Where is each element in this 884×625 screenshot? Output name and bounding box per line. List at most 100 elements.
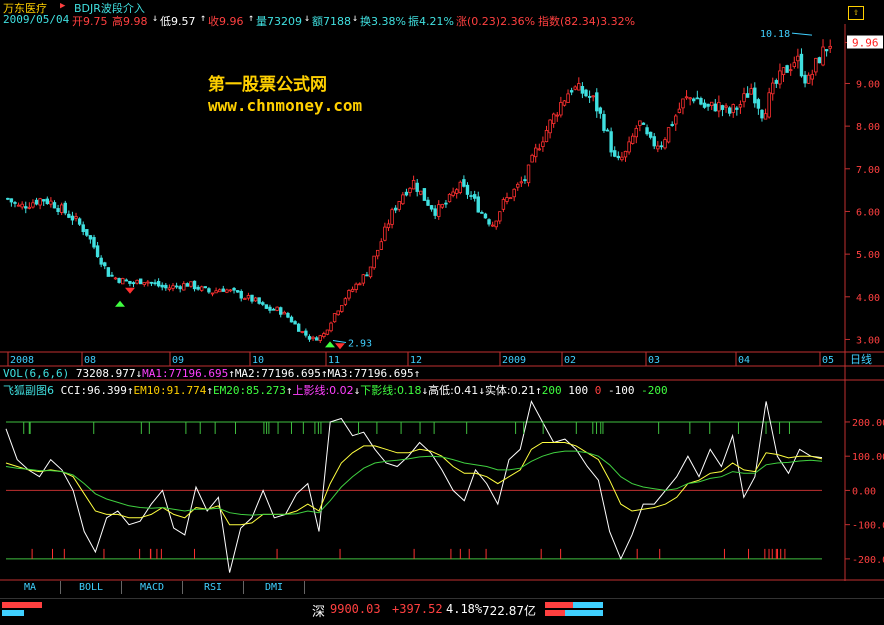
candle-body [429, 205, 434, 210]
candle-body [806, 74, 811, 84]
y-tick-label: 5.00 [856, 250, 880, 261]
candle-body [494, 220, 498, 228]
candle-body [828, 45, 832, 49]
candle-body [375, 249, 380, 257]
candle-body [756, 99, 761, 109]
candle-body [63, 202, 67, 214]
x-tick-label: 09 [172, 355, 184, 366]
candle-body [512, 188, 516, 198]
candle-body [167, 287, 172, 290]
tab-ma[interactable]: MA [0, 581, 61, 594]
candle-body [548, 119, 552, 134]
candle-body [304, 330, 308, 336]
candle-body [182, 283, 186, 291]
candle-body [602, 114, 606, 131]
candle-body [282, 311, 287, 315]
buy-sell-bar-icon [545, 610, 565, 616]
candle-body [692, 98, 696, 102]
candle-body [749, 88, 753, 95]
candle-body [42, 199, 46, 202]
candle-body [221, 288, 225, 292]
candle-body [444, 202, 448, 205]
candle-body [569, 90, 574, 93]
tab-rsi[interactable]: RSI [183, 581, 244, 594]
indicator-title[interactable]: 飞狐副图6 [3, 384, 54, 397]
candle-body [300, 331, 304, 333]
candle-body [727, 107, 732, 114]
candle-body [695, 97, 700, 100]
candle-body [275, 306, 279, 311]
candle-body [217, 289, 222, 293]
arrow-up-icon: ↑ [413, 367, 421, 380]
candle-body [627, 141, 631, 153]
candle-body [286, 312, 290, 318]
candle-body [720, 105, 725, 110]
candle-body [605, 129, 610, 132]
tab-dmi[interactable]: DMI [244, 581, 305, 594]
candle-body [243, 298, 247, 300]
candle-body [239, 290, 243, 299]
candle-body [164, 284, 168, 289]
candle-body [792, 62, 796, 67]
candle-body [149, 281, 154, 284]
candle-body [383, 226, 387, 241]
candle-body [332, 313, 337, 323]
high-annotation-line [791, 32, 813, 36]
candle-body [214, 290, 218, 294]
candle-body [437, 204, 441, 217]
candle-body [350, 288, 355, 292]
candle-body [731, 104, 735, 113]
candle-body [235, 290, 240, 293]
arrow-down-icon: ↓ [478, 384, 485, 397]
tab-boll[interactable]: BOLL [61, 581, 122, 594]
candle-body [817, 57, 822, 64]
low-annotation: 2.93 [348, 338, 372, 349]
series-em20-line [5, 450, 823, 516]
candle-body [778, 70, 782, 85]
arrow-up-icon: ↑ [206, 384, 213, 397]
const-0: 0 [594, 384, 602, 397]
sell-signal-arrow [335, 343, 345, 350]
body-value: 实体:0.21 [484, 384, 536, 397]
x-tick-label: 2008 [10, 355, 34, 366]
candle-body [598, 107, 603, 114]
price-annotations: 10.18 2.93 [332, 29, 813, 349]
candle-body [523, 179, 527, 182]
buy-sell-bar-icon [565, 610, 603, 616]
candle-body [322, 333, 326, 338]
candle-body [465, 184, 470, 195]
buy-sell-bar-icon [545, 602, 573, 608]
y-tick-label: 8.00 [856, 122, 880, 133]
y-tick-label: 4.00 [856, 293, 880, 304]
candle-body [785, 65, 789, 73]
candle-body [699, 97, 703, 105]
candle-body [591, 95, 595, 98]
candle-body [742, 93, 746, 103]
indicator-y-axis: 200.00 100.00 0.00 -100.00 -200.00 [6, 418, 884, 566]
candle-body [397, 201, 401, 210]
candle-body [763, 113, 768, 120]
candle-body [814, 57, 818, 73]
candlestick-series[interactable] [6, 39, 832, 344]
candle-body [113, 277, 118, 280]
chart-canvas[interactable]: 3.00 4.00 5.00 6.00 7.00 8.00 9.00 9.96 10.18 2.… [0, 0, 884, 581]
x-tick-label: 05 [822, 355, 834, 366]
candle-body [789, 69, 793, 72]
candle-body [706, 103, 710, 107]
candle-body [415, 182, 419, 192]
candle-body [458, 181, 462, 193]
buy-sell-bar-icon [2, 602, 42, 608]
candle-body [110, 274, 114, 277]
candle-body [472, 194, 477, 199]
vol-title[interactable]: VOL(6,6,6) [3, 367, 69, 380]
candle-body [279, 307, 283, 315]
candle-body [724, 105, 728, 108]
candle-body [268, 306, 272, 311]
em10-value: EM10:91.774 [133, 384, 207, 397]
tab-macd[interactable]: MACD [122, 581, 183, 594]
candle-body [781, 67, 786, 76]
candle-body [408, 187, 412, 193]
candle-body [674, 115, 678, 125]
lower-shadow-value: 下影线:0.18 [360, 384, 422, 397]
market-amount: 722.87亿 [482, 604, 536, 618]
